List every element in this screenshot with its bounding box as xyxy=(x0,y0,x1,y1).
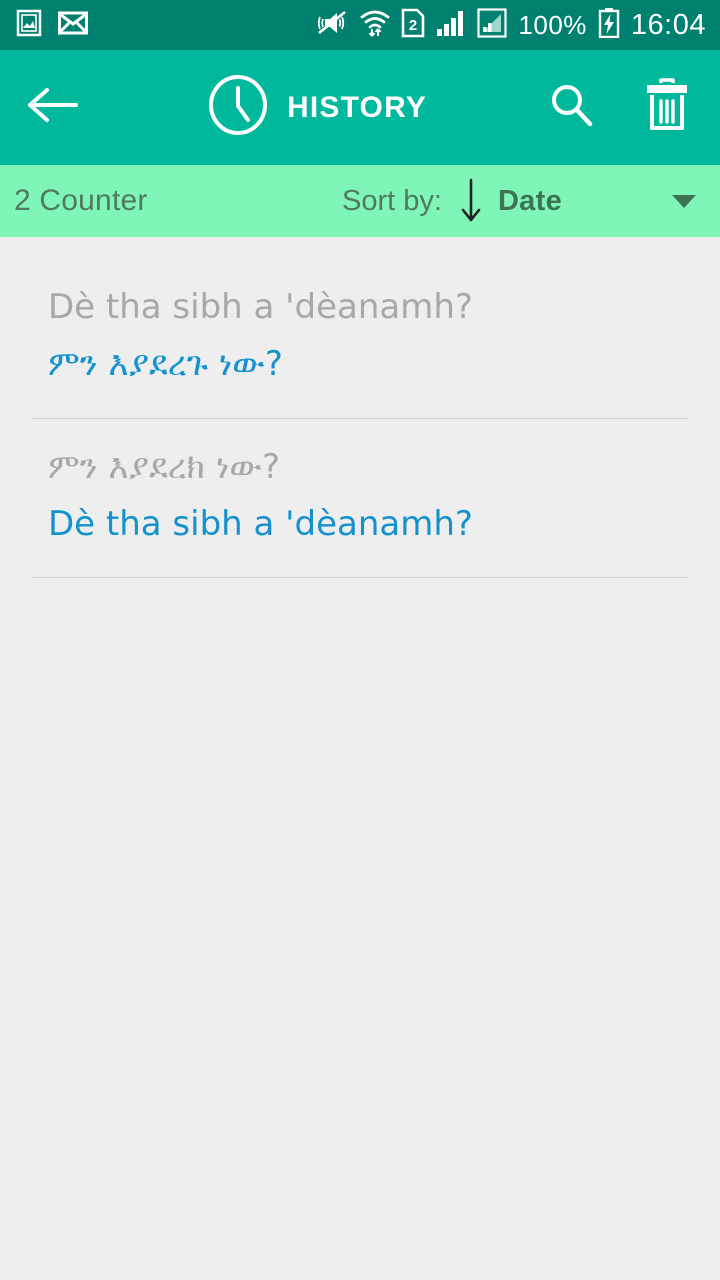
status-bar: 2 100% 16:04 xyxy=(0,0,720,50)
delete-history-button[interactable] xyxy=(644,78,690,137)
search-icon xyxy=(548,85,594,132)
wifi-transfer-icon xyxy=(360,9,390,42)
signal-boxed-icon xyxy=(477,7,508,43)
back-button[interactable] xyxy=(26,86,86,129)
history-list: Dè tha sibh a 'dèanamh? ምን እያደረጉ ነው? ምን … xyxy=(0,237,720,579)
arrow-down-icon[interactable] xyxy=(458,178,484,224)
sort-control[interactable]: Sort by: Date xyxy=(342,178,698,224)
mute-vibrate-icon xyxy=(315,9,349,42)
trash-icon xyxy=(644,78,690,136)
history-source-text: Dè tha sibh a 'dèanamh? xyxy=(48,287,473,327)
caret-down-icon[interactable] xyxy=(670,192,698,210)
status-bar-right: 2 100% 16:04 xyxy=(315,7,706,43)
clock-label: 16:04 xyxy=(630,8,706,41)
counter-label: 2 Counter xyxy=(14,184,148,217)
back-arrow-icon xyxy=(26,86,80,129)
envelope-icon xyxy=(58,11,88,40)
sort-by-label: Sort by: xyxy=(342,184,442,217)
app-bar: HISTORY xyxy=(0,50,720,165)
history-target-text: ምን እያደረጉ ነው? xyxy=(48,344,283,385)
clock-icon xyxy=(207,74,269,141)
sim2-icon: 2 xyxy=(401,8,425,43)
history-item[interactable]: Dè tha sibh a 'dèanamh? ምን እያደረጉ ነው? xyxy=(0,259,720,390)
svg-text:2: 2 xyxy=(409,17,417,34)
status-bar-left xyxy=(16,9,88,42)
sort-value-label[interactable]: Date xyxy=(498,185,562,218)
battery-percent-label: 100% xyxy=(518,9,587,40)
page-title: HISTORY xyxy=(286,90,428,124)
app-bar-title-group: HISTORY xyxy=(86,74,548,141)
app-bar-actions xyxy=(548,78,690,137)
signal-bars-icon xyxy=(436,9,466,42)
gallery-icon xyxy=(16,9,42,42)
search-button[interactable] xyxy=(548,82,594,133)
sort-bar: 2 Counter Sort by: Date xyxy=(0,165,720,237)
battery-charging-icon xyxy=(598,7,620,43)
history-item[interactable]: ምን እያደረክ ነው? Dè tha sibh a 'dèanamh? xyxy=(0,419,720,550)
history-source-text: ምን እያደረክ ነው? xyxy=(48,446,280,487)
list-divider xyxy=(32,577,688,579)
history-target-text: Dè tha sibh a 'dèanamh? xyxy=(48,503,473,544)
